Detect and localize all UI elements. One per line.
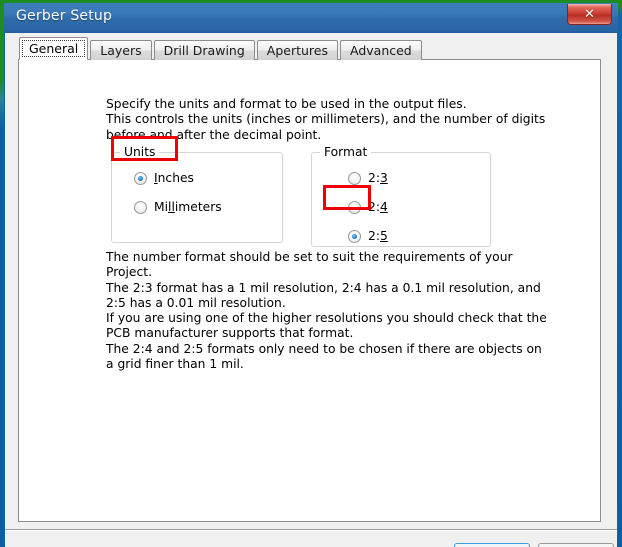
accel-char: 3 bbox=[379, 171, 388, 185]
gerber-setup-window: Gerber Setup ✕ General Layers Drill Draw… bbox=[0, 0, 622, 547]
tab-layers[interactable]: Layers bbox=[90, 40, 152, 60]
accel-prefix: 2: bbox=[368, 200, 380, 214]
format-2-5-radio[interactable]: 2:5 bbox=[348, 227, 388, 245]
dialog-client-area: General Layers Drill Drawing Apertures A… bbox=[5, 33, 617, 547]
close-icon: ✕ bbox=[584, 6, 595, 22]
format-2-4-radio[interactable]: 2:4 bbox=[348, 198, 388, 216]
accel-prefix: 2: bbox=[368, 229, 380, 243]
tab-general[interactable]: General bbox=[19, 37, 89, 60]
accel-char: ll bbox=[168, 200, 175, 214]
format-2-4-label: 2:4 bbox=[368, 200, 388, 214]
format-notes: The number format should be set to suit … bbox=[106, 250, 547, 372]
cancel-button[interactable]: Cancel bbox=[538, 543, 614, 547]
format-2-3-label: 2:3 bbox=[368, 171, 388, 185]
tab-layers-label: Layers bbox=[100, 43, 142, 58]
title-bar[interactable]: Gerber Setup ✕ bbox=[4, 3, 618, 33]
radio-unselected-icon bbox=[348, 171, 361, 185]
units-millimeters-label: Millimeters bbox=[154, 200, 222, 214]
accel-suffix: imeters bbox=[174, 200, 222, 214]
dialog-footer: OK Cancel bbox=[5, 531, 617, 547]
accel-prefix: 2: bbox=[368, 171, 380, 185]
tab-drill-drawing-label: Drill Drawing bbox=[163, 43, 245, 58]
tab-apertures-label: Apertures bbox=[266, 43, 328, 58]
close-button[interactable]: ✕ bbox=[567, 4, 612, 25]
radio-selected-icon bbox=[348, 229, 361, 243]
accel-char: 5 bbox=[379, 229, 388, 243]
radio-selected-icon bbox=[134, 171, 147, 185]
tab-drill-drawing[interactable]: Drill Drawing bbox=[153, 40, 255, 60]
format-2-3-radio[interactable]: 2:3 bbox=[348, 169, 388, 187]
radio-unselected-icon bbox=[348, 200, 361, 214]
intro-description: Specify the units and format to be used … bbox=[106, 97, 546, 142]
window-border-right bbox=[618, 0, 622, 547]
accel-prefix: Mi bbox=[154, 200, 169, 214]
format-group-title: Format bbox=[320, 145, 372, 159]
tab-advanced-label: Advanced bbox=[350, 43, 412, 58]
ok-button[interactable]: OK bbox=[454, 543, 530, 547]
units-group-title: Units bbox=[120, 145, 160, 159]
tab-apertures[interactable]: Apertures bbox=[256, 40, 338, 60]
window-border-left-lower bbox=[0, 126, 4, 547]
tab-general-label: General bbox=[29, 41, 79, 56]
accel-suffix: nches bbox=[157, 171, 194, 185]
tab-strip: General Layers Drill Drawing Apertures A… bbox=[19, 37, 424, 60]
units-group-box: Units Inches Millimeters bbox=[111, 145, 283, 243]
radio-unselected-icon bbox=[134, 200, 147, 214]
format-group-box: Format 2:3 2:4 2:5 bbox=[311, 145, 491, 247]
accel-char: 4 bbox=[379, 200, 388, 214]
units-inches-label: Inches bbox=[154, 171, 194, 185]
tab-panel-general: Specify the units and format to be used … bbox=[18, 59, 601, 522]
window-title: Gerber Setup bbox=[16, 8, 113, 24]
tab-advanced[interactable]: Advanced bbox=[340, 40, 422, 60]
format-2-5-label: 2:5 bbox=[368, 229, 388, 243]
units-inches-radio[interactable]: Inches bbox=[134, 169, 194, 187]
units-millimeters-radio[interactable]: Millimeters bbox=[134, 198, 222, 216]
